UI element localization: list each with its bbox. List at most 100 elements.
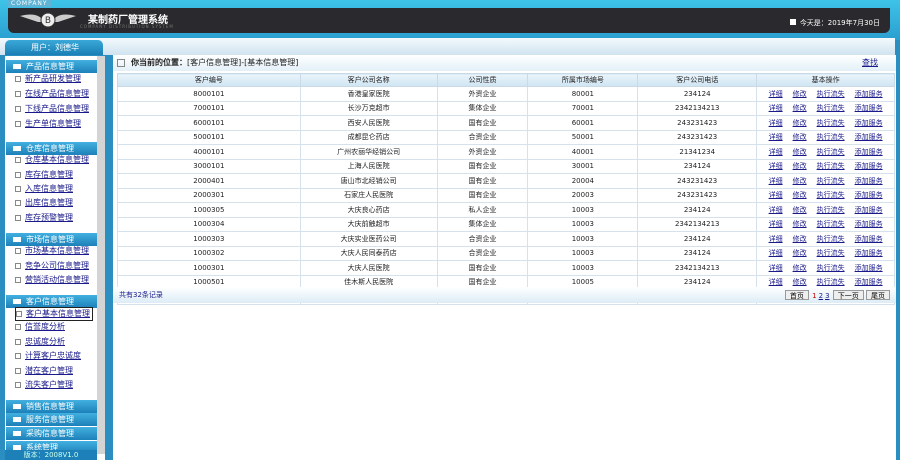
item-label: 流失客户管理 xyxy=(25,380,73,389)
op-link[interactable]: 添加服务 xyxy=(855,264,883,272)
next-page-button[interactable]: 下一页 xyxy=(832,290,864,300)
op-link[interactable]: 修改 xyxy=(793,162,807,170)
op-link[interactable]: 详细 xyxy=(769,162,783,170)
op-link[interactable]: 修改 xyxy=(793,119,807,127)
op-link[interactable]: 修改 xyxy=(793,249,807,257)
op-link[interactable]: 执行流失 xyxy=(817,206,845,214)
sidebar-item[interactable]: 信誉度分析 xyxy=(15,321,65,333)
op-link[interactable]: 添加服务 xyxy=(855,235,883,243)
op-link[interactable]: 详细 xyxy=(769,206,783,214)
op-link[interactable]: 修改 xyxy=(793,133,807,141)
table-cell: 10003 xyxy=(527,260,639,276)
sidebar-item[interactable]: 生产单信息管理 xyxy=(15,118,81,130)
op-link[interactable]: 添加服务 xyxy=(855,220,883,228)
op-link[interactable]: 执行流失 xyxy=(817,220,845,228)
sidebar-item[interactable]: 营销活动信息管理 xyxy=(15,274,89,286)
op-link[interactable]: 修改 xyxy=(793,235,807,243)
sidebar-item[interactable]: 出库信息管理 xyxy=(15,197,73,209)
op-link[interactable]: 执行流失 xyxy=(817,278,845,286)
sidebar: 产品信息管理 新产品研发管理 在线产品信息管理 下线产品信息管理 生产单信息管理 仓库信息… xyxy=(5,56,105,460)
logo-icon: B xyxy=(20,12,76,28)
find-link[interactable]: 查找 xyxy=(862,55,878,71)
op-link[interactable]: 详细 xyxy=(769,133,783,141)
op-link[interactable]: 添加服务 xyxy=(855,119,883,127)
op-link[interactable]: 修改 xyxy=(793,177,807,185)
page-2[interactable]: 2 xyxy=(819,292,823,300)
op-link[interactable]: 添加服务 xyxy=(855,191,883,199)
op-link[interactable]: 执行流失 xyxy=(817,148,845,156)
sidebar-item[interactable]: 潜在客户管理 xyxy=(15,365,73,377)
sidebar-group[interactable]: 产品信息管理 xyxy=(6,60,101,73)
sidebar-item[interactable]: 库存预警管理 xyxy=(15,212,73,224)
op-link[interactable]: 执行流失 xyxy=(817,191,845,199)
op-link[interactable]: 执行流失 xyxy=(817,235,845,243)
sidebar-item[interactable]: 计算客户忠诚度 xyxy=(15,350,81,362)
op-link[interactable]: 修改 xyxy=(793,206,807,214)
op-link[interactable]: 修改 xyxy=(793,148,807,156)
group-label: 仓库信息管理 xyxy=(26,144,74,153)
op-link[interactable]: 详细 xyxy=(769,278,783,286)
column-header: 客户编号 xyxy=(117,73,301,87)
sidebar-item[interactable]: 下线产品信息管理 xyxy=(15,103,89,115)
op-link[interactable]: 添加服务 xyxy=(855,278,883,286)
sidebar-scrollbar[interactable] xyxy=(97,56,105,454)
page-1[interactable]: 1 xyxy=(812,292,816,300)
op-link[interactable]: 修改 xyxy=(793,104,807,112)
op-link[interactable]: 详细 xyxy=(769,90,783,98)
sidebar-item[interactable]: 客户基本信息管理 xyxy=(15,307,93,321)
sidebar-item[interactable]: 仓库基本信息管理 xyxy=(15,154,89,166)
sidebar-group[interactable]: 服务信息管理 xyxy=(6,413,101,426)
op-link[interactable]: 添加服务 xyxy=(855,104,883,112)
op-link[interactable]: 详细 xyxy=(769,148,783,156)
table-cell: 唐山市北经销公司 xyxy=(299,173,438,189)
op-link[interactable]: 详细 xyxy=(769,104,783,112)
table-cell: 5000101 xyxy=(117,129,301,145)
op-link[interactable]: 详细 xyxy=(769,177,783,185)
op-link[interactable]: 执行流失 xyxy=(817,133,845,141)
table-cell: 大庆实业医药公司 xyxy=(299,231,438,247)
sidebar-item[interactable]: 竞争公司信息管理 xyxy=(15,260,89,272)
op-link[interactable]: 详细 xyxy=(769,119,783,127)
sidebar-item[interactable]: 新产品研发管理 xyxy=(15,73,81,85)
sidebar-group[interactable]: 采购信息管理 xyxy=(6,427,101,440)
page-3[interactable]: 3 xyxy=(825,292,829,300)
op-link[interactable]: 执行流失 xyxy=(817,177,845,185)
item-label: 出库信息管理 xyxy=(25,198,73,207)
first-page-button[interactable]: 首页 xyxy=(784,290,809,300)
op-link[interactable]: 修改 xyxy=(793,264,807,272)
op-link[interactable]: 添加服务 xyxy=(855,177,883,185)
table-cell: 广州农丽华经销公司 xyxy=(299,144,438,160)
op-link[interactable]: 修改 xyxy=(793,90,807,98)
last-page-button[interactable]: 尾页 xyxy=(866,290,890,300)
op-link[interactable]: 执行流失 xyxy=(817,264,845,272)
op-link[interactable]: 详细 xyxy=(769,220,783,228)
op-link[interactable]: 添加服务 xyxy=(855,133,883,141)
sidebar-item[interactable]: 库存信息管理 xyxy=(15,169,73,181)
sidebar-item[interactable]: 在线产品信息管理 xyxy=(15,88,89,100)
table-cell: 234124 xyxy=(637,245,758,261)
op-link[interactable]: 添加服务 xyxy=(855,249,883,257)
op-link[interactable]: 详细 xyxy=(769,235,783,243)
op-link[interactable]: 修改 xyxy=(793,278,807,286)
op-link[interactable]: 执行流失 xyxy=(817,90,845,98)
sidebar-item[interactable]: 忠诚度分析 xyxy=(15,336,65,348)
op-link[interactable]: 添加服务 xyxy=(855,162,883,170)
op-link[interactable]: 添加服务 xyxy=(855,206,883,214)
op-link[interactable]: 详细 xyxy=(769,264,783,272)
table-cell: 1000304 xyxy=(117,216,301,232)
op-link[interactable]: 添加服务 xyxy=(855,90,883,98)
sidebar-group[interactable]: 销售信息管理 xyxy=(6,400,101,413)
op-link[interactable]: 详细 xyxy=(769,191,783,199)
op-link[interactable]: 详细 xyxy=(769,249,783,257)
group-label: 产品信息管理 xyxy=(26,62,74,71)
op-link[interactable]: 修改 xyxy=(793,191,807,199)
sidebar-item[interactable]: 流失客户管理 xyxy=(15,379,73,391)
op-link[interactable]: 执行流失 xyxy=(817,162,845,170)
sidebar-item[interactable]: 入库信息管理 xyxy=(15,183,73,195)
op-link[interactable]: 执行流失 xyxy=(817,104,845,112)
sidebar-item[interactable]: 市场基本信息管理 xyxy=(15,245,89,257)
op-link[interactable]: 执行流失 xyxy=(817,249,845,257)
op-link[interactable]: 执行流失 xyxy=(817,119,845,127)
op-link[interactable]: 添加服务 xyxy=(855,148,883,156)
op-link[interactable]: 修改 xyxy=(793,220,807,228)
